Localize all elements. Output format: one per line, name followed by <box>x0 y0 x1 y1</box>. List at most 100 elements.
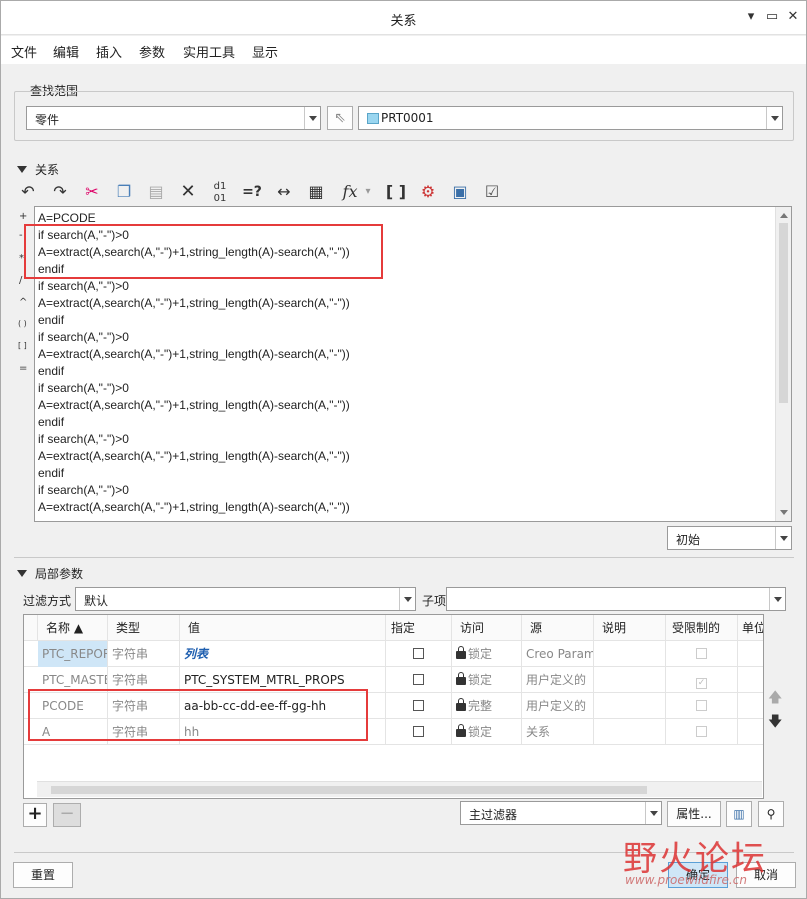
menu-display[interactable]: 显示 <box>252 42 278 61</box>
value-text: 列表 <box>184 647 209 661</box>
checkbox[interactable] <box>413 648 424 659</box>
initial-select[interactable]: 初始 <box>667 526 792 550</box>
sort-icon[interactable]: ▣ <box>447 179 473 205</box>
divide-operator[interactable]: / <box>19 275 22 286</box>
undo-icon[interactable]: ↶ <box>15 179 41 205</box>
cell-access[interactable]: 锁定 <box>452 719 522 745</box>
power-operator[interactable]: ^ <box>19 297 27 308</box>
cell-description[interactable] <box>594 719 666 745</box>
col-name[interactable]: 名称 ▲ <box>38 615 108 641</box>
cell-designated[interactable] <box>386 719 452 745</box>
chevron-down-icon <box>769 588 785 610</box>
select-pointer-button[interactable]: ⇖ <box>327 106 353 130</box>
verify-icon[interactable]: ⚙ <box>415 179 441 205</box>
scroll-up-icon[interactable] <box>780 213 788 218</box>
binoculars-icon[interactable]: ⚲ <box>758 801 784 827</box>
menu-params[interactable]: 参数 <box>139 42 165 61</box>
cell-restricted[interactable] <box>666 641 738 667</box>
restore-icon[interactable]: ▭ <box>765 9 779 25</box>
reset-button[interactable]: 重置 <box>13 862 73 888</box>
minimize-icon[interactable]: ▾ <box>744 9 758 25</box>
scroll-down-icon[interactable] <box>780 510 788 515</box>
table-hscrollbar[interactable] <box>37 781 762 797</box>
check-icon[interactable]: ☑ <box>479 179 505 205</box>
remove-param-button[interactable]: − <box>53 803 81 827</box>
properties-button[interactable]: 属性... <box>667 801 721 827</box>
cell-access[interactable]: 锁定 <box>452 667 522 693</box>
properties-icon[interactable]: ▦ <box>303 179 329 205</box>
brackets-icon[interactable]: [ ] <box>383 179 409 205</box>
cell-access[interactable]: 锁定 <box>452 641 522 667</box>
cell-unit[interactable] <box>738 719 763 745</box>
function-dropdown-icon[interactable]: ▾ <box>361 179 375 205</box>
equals-operator[interactable]: = <box>19 363 27 374</box>
function-icon[interactable]: fx <box>337 179 363 205</box>
paste-icon[interactable]: ▤ <box>143 179 169 205</box>
col-unit[interactable]: 单位 <box>738 615 763 641</box>
move-up-icon[interactable]: 🡅 <box>768 687 782 711</box>
cell-access[interactable]: 完整 <box>452 693 522 719</box>
brackets-operator[interactable]: [ ] <box>18 341 27 350</box>
filter-select[interactable]: 默认 <box>75 587 416 611</box>
measure-icon[interactable]: ↔ <box>271 179 297 205</box>
cell-restricted[interactable] <box>666 719 738 745</box>
relations-section-header[interactable]: 关系 <box>17 161 59 178</box>
cell-designated[interactable] <box>386 693 452 719</box>
checkbox <box>696 648 707 659</box>
cell-type[interactable]: 字符串 <box>108 641 180 667</box>
close-icon[interactable]: ✕ <box>786 9 800 25</box>
col-description[interactable]: 说明 <box>594 615 666 641</box>
checkbox[interactable] <box>413 726 424 737</box>
delete-icon[interactable]: ✕ <box>175 179 201 205</box>
scroll-thumb[interactable] <box>51 786 647 794</box>
cell-value[interactable]: 列表 <box>180 641 386 667</box>
cell-source[interactable]: 关系 <box>522 719 594 745</box>
cell-restricted[interactable]: ✓ <box>666 667 738 693</box>
cell-restricted[interactable] <box>666 693 738 719</box>
cell-unit[interactable] <box>738 641 763 667</box>
col-source[interactable]: 源 <box>522 615 594 641</box>
table-row[interactable]: PTC_REPORT 字符串 列表 锁定 Creo Parametric <box>24 641 763 667</box>
cell-description[interactable] <box>594 693 666 719</box>
cell-designated[interactable] <box>386 641 452 667</box>
cell-unit[interactable] <box>738 693 763 719</box>
menu-file[interactable]: 文件 <box>11 42 37 61</box>
cell-name[interactable]: PTC_REPORT <box>38 641 108 667</box>
units-icon[interactable]: d1 01 <box>207 179 233 205</box>
col-restricted[interactable]: 受限制的 <box>666 615 738 641</box>
checkbox[interactable] <box>413 700 424 711</box>
cell-designated[interactable] <box>386 667 452 693</box>
evaluate-icon[interactable]: =? <box>239 179 265 205</box>
cut-icon[interactable]: ✂ <box>79 179 105 205</box>
scope-type-select[interactable]: 零件 <box>26 106 321 130</box>
cell-source[interactable]: 用户定义的 <box>522 693 594 719</box>
add-param-button[interactable]: + <box>23 803 47 827</box>
plus-operator[interactable]: + <box>19 211 27 222</box>
cell-source[interactable]: Creo Parametric <box>522 641 594 667</box>
editor-scrollbar[interactable] <box>775 207 791 521</box>
minus-operator[interactable]: - <box>19 230 23 241</box>
menu-edit[interactable]: 编辑 <box>53 42 79 61</box>
code-line: endif <box>38 364 65 378</box>
col-designated[interactable]: 指定 <box>386 615 452 641</box>
subitem-select[interactable] <box>446 587 786 611</box>
redo-icon[interactable]: ↷ <box>47 179 73 205</box>
columns-icon[interactable]: ▥ <box>726 801 752 827</box>
copy-icon[interactable]: ❐ <box>111 179 137 205</box>
col-access[interactable]: 访问 <box>452 615 522 641</box>
main-filter-select[interactable]: 主过滤器 <box>460 801 662 825</box>
scope-model-select[interactable]: PRT0001 <box>358 106 783 130</box>
cell-unit[interactable] <box>738 667 763 693</box>
menu-insert[interactable]: 插入 <box>96 42 122 61</box>
scroll-thumb[interactable] <box>779 223 788 403</box>
cell-source[interactable]: 用户定义的 <box>522 667 594 693</box>
menu-utilities[interactable]: 实用工具 <box>183 42 235 61</box>
move-down-icon[interactable]: 🡇 <box>768 711 782 735</box>
col-value[interactable]: 值 <box>180 615 386 641</box>
checkbox[interactable] <box>413 674 424 685</box>
cell-description[interactable] <box>594 667 666 693</box>
params-section-header[interactable]: 局部参数 <box>17 565 83 582</box>
parens-operator[interactable]: ( ) <box>18 319 27 328</box>
col-type[interactable]: 类型 <box>108 615 180 641</box>
cell-description[interactable] <box>594 641 666 667</box>
